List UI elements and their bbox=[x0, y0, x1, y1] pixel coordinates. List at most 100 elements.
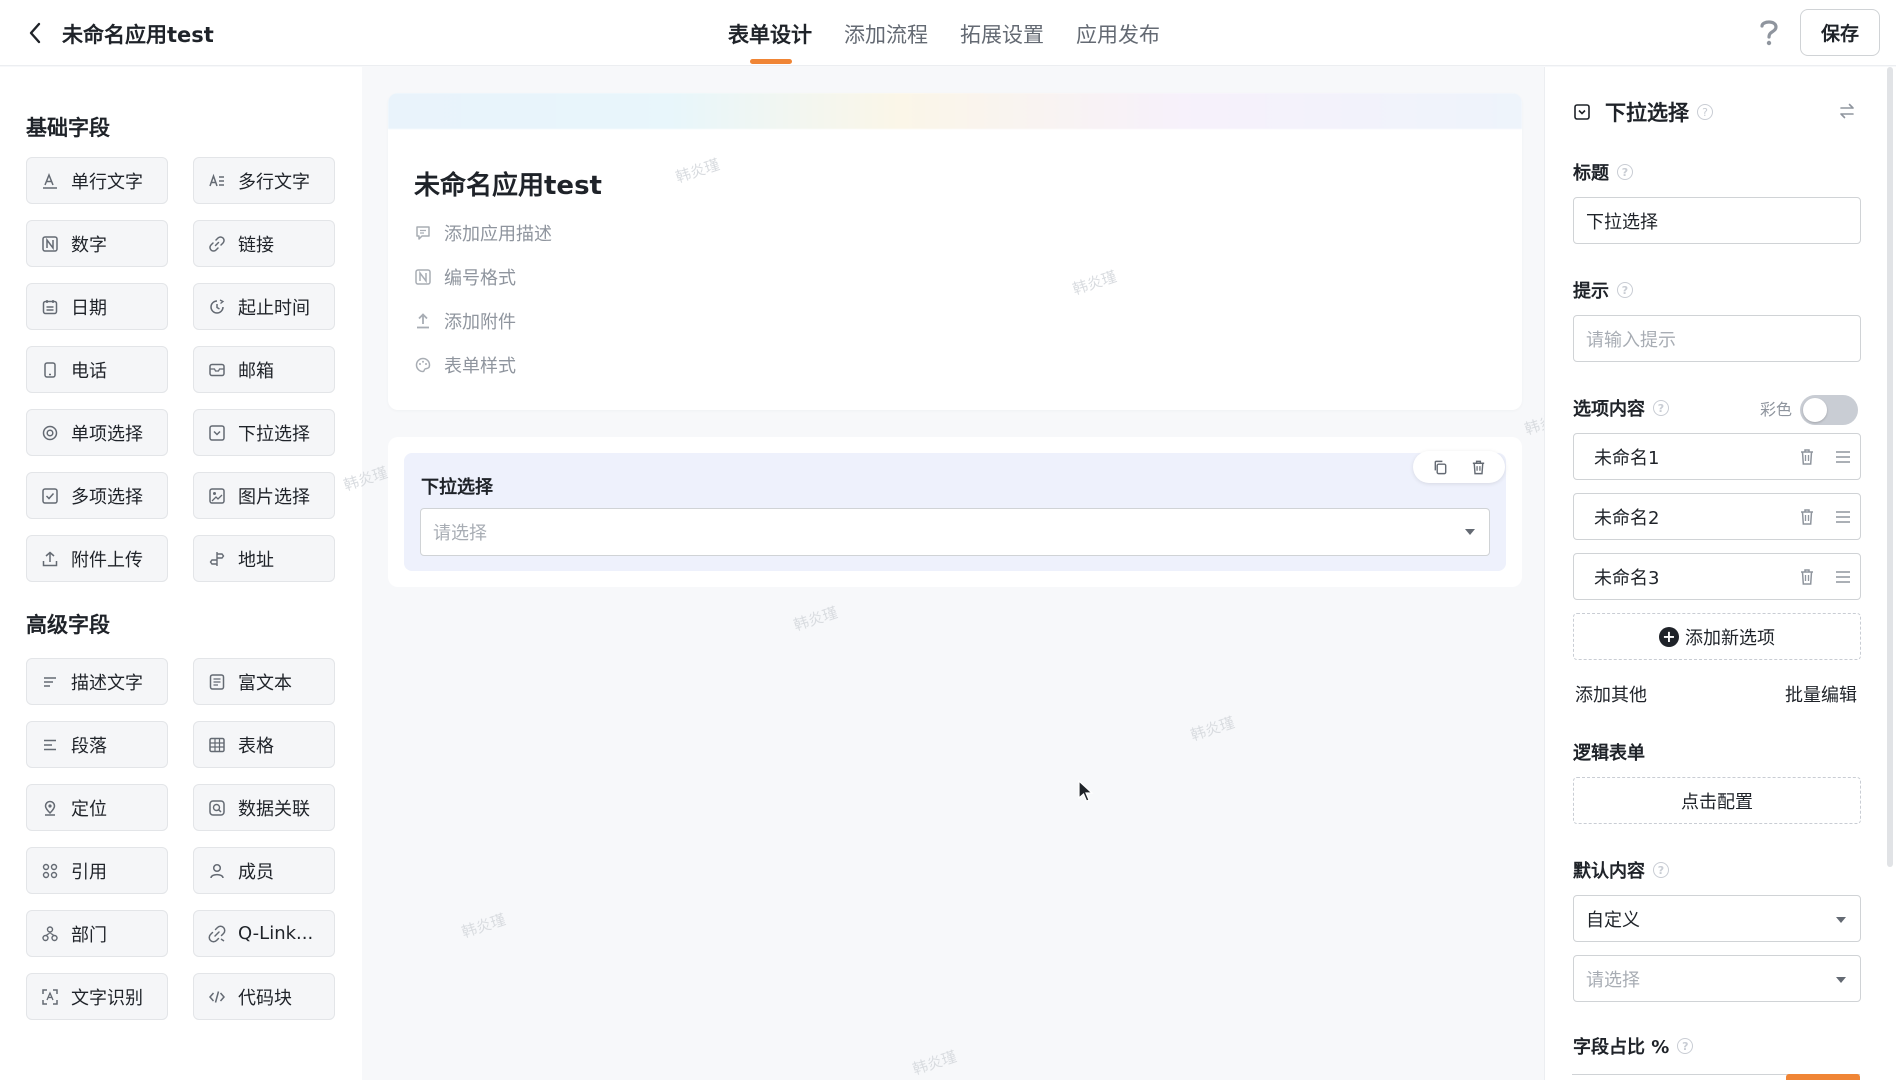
number-icon bbox=[41, 235, 59, 253]
field-label: 表格 bbox=[238, 735, 274, 757]
ratio-segment-active[interactable] bbox=[1786, 1074, 1860, 1080]
tab-extension-settings[interactable]: 拓展设置 bbox=[960, 19, 1044, 49]
help-circle-icon[interactable]: ? bbox=[1677, 1038, 1694, 1054]
help-circle-icon[interactable]: ? bbox=[1617, 282, 1633, 298]
trash-icon[interactable] bbox=[1798, 447, 1816, 467]
field-member[interactable]: 成员 bbox=[193, 847, 335, 894]
field-multi-choice[interactable]: 多项选择 bbox=[26, 472, 168, 519]
back-button[interactable] bbox=[20, 18, 50, 48]
field-email[interactable]: 邮箱 bbox=[193, 346, 335, 393]
field-dropdown[interactable]: 下拉选择 bbox=[193, 409, 335, 456]
address-icon bbox=[208, 550, 226, 568]
field-multi-line-text[interactable]: 多行文字 bbox=[193, 157, 335, 204]
help-button[interactable] bbox=[1754, 17, 1784, 47]
field-image-choice[interactable]: 图片选择 bbox=[193, 472, 335, 519]
add-other-link[interactable]: 添加其他 bbox=[1575, 681, 1647, 707]
trash-icon[interactable] bbox=[1468, 457, 1488, 477]
field-single-choice[interactable]: 单项选择 bbox=[26, 409, 168, 456]
field-label: 文字识别 bbox=[71, 987, 143, 1009]
scrollbar[interactable] bbox=[1887, 67, 1893, 867]
image-icon bbox=[208, 487, 226, 505]
field-table[interactable]: 表格 bbox=[193, 721, 335, 768]
form-title[interactable]: 未命名应用test bbox=[414, 165, 602, 202]
tab-bar: 表单设计 添加流程 拓展设置 应用发布 bbox=[0, 0, 1896, 66]
field-single-line-text[interactable]: 单行文字 bbox=[26, 157, 168, 204]
tab-form-design[interactable]: 表单设计 bbox=[728, 19, 812, 49]
field-preview-select[interactable]: 请选择 bbox=[420, 508, 1490, 556]
field-reference[interactable]: 引用 bbox=[26, 847, 168, 894]
field-data-link[interactable]: 数据关联 bbox=[193, 784, 335, 831]
field-number[interactable]: 数字 bbox=[26, 220, 168, 267]
drag-handle-icon[interactable] bbox=[1834, 448, 1852, 466]
hint-input[interactable]: 请输入提示 bbox=[1573, 315, 1861, 362]
default-mode-select[interactable]: 自定义 bbox=[1573, 895, 1861, 942]
caret-down-icon bbox=[1465, 529, 1475, 535]
plus-circle-icon: + bbox=[1659, 626, 1679, 647]
field-time-range[interactable]: 起止时间 bbox=[193, 283, 335, 330]
option-row[interactable]: 未命名1 bbox=[1573, 433, 1861, 480]
field-code-block[interactable]: 代码块 bbox=[193, 973, 335, 1020]
add-attachment-link[interactable]: 添加附件 bbox=[414, 309, 516, 333]
tab-app-publish[interactable]: 应用发布 bbox=[1076, 19, 1160, 49]
option-row[interactable]: 未命名3 bbox=[1573, 553, 1861, 600]
option-row[interactable]: 未命名2 bbox=[1573, 493, 1861, 540]
field-label: 电话 bbox=[71, 360, 107, 382]
text-icon bbox=[41, 172, 59, 190]
configure-logic-button[interactable]: 点击配置 bbox=[1573, 777, 1861, 824]
selected-field[interactable]: 下拉选择 请选择 bbox=[404, 451, 1506, 571]
top-bar: 未命名应用test 表单设计 添加流程 拓展设置 应用发布 保存 bbox=[0, 0, 1896, 66]
help-circle-icon[interactable]: ? bbox=[1617, 164, 1633, 180]
select-placeholder: 请选择 bbox=[433, 523, 487, 544]
label-text: 标题 bbox=[1573, 163, 1609, 184]
phone-icon bbox=[41, 361, 59, 379]
field-rich-text[interactable]: 富文本 bbox=[193, 658, 335, 705]
trash-icon[interactable] bbox=[1798, 507, 1816, 527]
form-header-card[interactable]: 未命名应用test 添加应用描述 编号格式 添加附件 表单样式 bbox=[388, 93, 1522, 410]
add-option-button[interactable]: + 添加新选项 bbox=[1573, 613, 1861, 660]
swap-icon[interactable] bbox=[1836, 100, 1858, 122]
field-label: 图片选择 bbox=[238, 486, 310, 508]
save-button[interactable]: 保存 bbox=[1800, 9, 1880, 56]
field-phone[interactable]: 电话 bbox=[26, 346, 168, 393]
field-department[interactable]: 部门 bbox=[26, 910, 168, 957]
tab-add-flow[interactable]: 添加流程 bbox=[844, 19, 928, 49]
dropdown-field-card[interactable]: 下拉选择 请选择 bbox=[388, 437, 1522, 587]
description-icon bbox=[41, 673, 59, 691]
field-location[interactable]: 定位 bbox=[26, 784, 168, 831]
title-input[interactable]: 下拉选择 bbox=[1573, 197, 1861, 244]
checkbox-icon bbox=[41, 487, 59, 505]
drag-handle-icon[interactable] bbox=[1834, 568, 1852, 586]
hint-label: 提示 ? bbox=[1573, 277, 1633, 303]
chevron-left-icon bbox=[29, 22, 41, 44]
meta-label: 添加应用描述 bbox=[444, 224, 552, 245]
field-address[interactable]: 地址 bbox=[193, 535, 335, 582]
field-palette: 基础字段 单行文字 多行文字 数字 链接 日期 起止时间 电话 邮箱 单项选择 … bbox=[0, 67, 362, 1080]
field-ocr[interactable]: 文字识别 bbox=[26, 973, 168, 1020]
field-paragraph[interactable]: 段落 bbox=[26, 721, 168, 768]
radio-icon bbox=[41, 424, 59, 442]
drag-handle-icon[interactable] bbox=[1834, 508, 1852, 526]
field-attachment-upload[interactable]: 附件上传 bbox=[26, 535, 168, 582]
default-value-select[interactable]: 请选择 bbox=[1573, 955, 1861, 1002]
meta-label: 编号格式 bbox=[444, 268, 516, 289]
field-description-text[interactable]: 描述文字 bbox=[26, 658, 168, 705]
batch-edit-link[interactable]: 批量编辑 bbox=[1785, 681, 1857, 707]
field-label: 部门 bbox=[71, 924, 107, 946]
option-label: 未命名1 bbox=[1594, 447, 1660, 469]
field-link[interactable]: 链接 bbox=[193, 220, 335, 267]
help-circle-icon[interactable]: ? bbox=[1697, 104, 1713, 120]
color-toggle-label: 彩色 bbox=[1760, 400, 1793, 419]
color-toggle[interactable] bbox=[1800, 395, 1858, 425]
field-label: 附件上传 bbox=[71, 549, 143, 571]
help-circle-icon[interactable]: ? bbox=[1653, 400, 1669, 416]
form-style-link[interactable]: 表单样式 bbox=[414, 353, 516, 377]
add-description-link[interactable]: 添加应用描述 bbox=[414, 221, 552, 245]
app-title: 未命名应用test bbox=[62, 23, 214, 47]
field-qlink[interactable]: Q-Link... bbox=[193, 910, 335, 957]
number-format-link[interactable]: 编号格式 bbox=[414, 265, 516, 289]
paragraph-icon bbox=[41, 736, 59, 754]
copy-icon[interactable] bbox=[1430, 457, 1450, 477]
help-circle-icon[interactable]: ? bbox=[1653, 862, 1669, 878]
trash-icon[interactable] bbox=[1798, 567, 1816, 587]
field-date[interactable]: 日期 bbox=[26, 283, 168, 330]
